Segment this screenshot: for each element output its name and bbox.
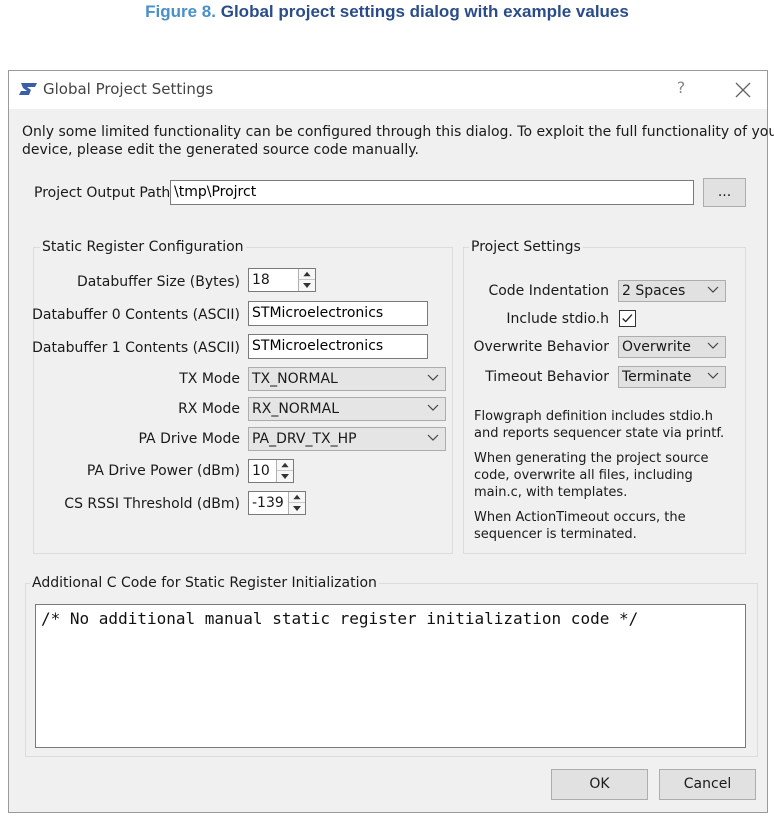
cs-rssi-value: -139 bbox=[252, 495, 284, 511]
intro-text-line1: Only some limited functionality can be c… bbox=[22, 124, 774, 140]
code-indentation-select[interactable]: 2 Spaces bbox=[618, 280, 726, 302]
overwrite-behavior-label: Overwrite Behavior bbox=[473, 339, 610, 355]
tx-mode-value: TX_NORMAL bbox=[252, 371, 338, 387]
overwrite-behavior-value: Overwrite bbox=[622, 339, 691, 355]
pa-drive-mode-label: PA Drive Mode bbox=[138, 431, 241, 447]
spin-down-icon[interactable] bbox=[289, 503, 305, 514]
timeout-behavior-select[interactable]: Terminate bbox=[618, 366, 726, 388]
rx-mode-select[interactable]: RX_NORMAL bbox=[248, 397, 446, 421]
help-button[interactable]: ? bbox=[672, 78, 690, 100]
cs-rssi-label: CS RSSI Threshold (dBm) bbox=[64, 496, 240, 512]
code-indentation-value: 2 Spaces bbox=[622, 283, 686, 299]
additional-code-title: Additional C Code for Static Register In… bbox=[30, 575, 379, 591]
static-register-title: Static Register Configuration bbox=[40, 239, 246, 255]
flowgraph-description-line1: Flowgraph definition includes stdio.h bbox=[474, 409, 714, 424]
chevron-down-icon bbox=[427, 434, 439, 441]
overwrite-description-line1: When generating the project source bbox=[474, 451, 709, 466]
rx-mode-label: RX Mode bbox=[178, 401, 240, 417]
intro-text-line2: device, please edit the generated source… bbox=[22, 142, 419, 158]
spin-down-icon[interactable] bbox=[277, 471, 293, 482]
timeout-description-line1: When ActionTimeout occurs, the bbox=[474, 510, 686, 525]
include-stdio-checkbox[interactable] bbox=[619, 310, 636, 327]
figure-title: Global project settings dialog with exam… bbox=[220, 2, 629, 21]
dialog-titlebar: Global Project Settings ? bbox=[9, 71, 767, 109]
project-settings-title: Project Settings bbox=[469, 239, 583, 255]
chevron-down-icon bbox=[707, 286, 719, 293]
overwrite-description-line2: code, overwrite all files, including bbox=[474, 468, 693, 483]
spin-up-icon[interactable] bbox=[277, 460, 293, 471]
dialog-title: Global Project Settings bbox=[43, 80, 214, 98]
figure-label: Figure 8. bbox=[145, 2, 216, 21]
databuffer-size-value: 18 bbox=[252, 272, 270, 288]
overwrite-description-line3: main.c, with templates. bbox=[474, 485, 628, 500]
databuffer0-label: Databuffer 0 Contents (ASCII) bbox=[32, 307, 240, 323]
close-icon[interactable] bbox=[732, 79, 754, 101]
st-logo-icon bbox=[19, 83, 37, 95]
figure-caption: Figure 8. Global project settings dialog… bbox=[0, 2, 774, 22]
rx-mode-value: RX_NORMAL bbox=[252, 401, 339, 417]
chevron-down-icon bbox=[427, 404, 439, 411]
checkmark-icon bbox=[622, 314, 633, 323]
pa-drive-power-spinbox[interactable]: 10 bbox=[248, 459, 294, 483]
output-path-label: Project Output Path: bbox=[34, 185, 175, 201]
databuffer-size-spinbox[interactable]: 18 bbox=[248, 268, 316, 292]
additional-code-textarea[interactable]: /* No additional manual static register … bbox=[35, 604, 746, 748]
cancel-button[interactable]: Cancel bbox=[659, 769, 756, 800]
include-stdio-label: Include stdio.h bbox=[506, 311, 609, 327]
output-path-input[interactable]: \tmp\Projrct bbox=[170, 180, 694, 205]
overwrite-behavior-select[interactable]: Overwrite bbox=[618, 336, 726, 358]
spin-down-icon[interactable] bbox=[299, 280, 315, 291]
chevron-down-icon bbox=[707, 342, 719, 349]
tx-mode-select[interactable]: TX_NORMAL bbox=[248, 367, 446, 391]
global-project-settings-dialog: Global Project Settings ? Only some limi… bbox=[8, 70, 774, 813]
chevron-down-icon bbox=[427, 374, 439, 381]
spin-up-icon[interactable] bbox=[299, 269, 315, 280]
ok-button[interactable]: OK bbox=[551, 769, 648, 800]
code-indentation-label: Code Indentation bbox=[488, 283, 609, 299]
browse-button[interactable]: ... bbox=[703, 178, 746, 207]
pa-drive-power-label: PA Drive Power (dBm) bbox=[86, 463, 240, 479]
databuffer1-input[interactable]: STMicroelectronics bbox=[248, 334, 428, 359]
cs-rssi-spinbox[interactable]: -139 bbox=[248, 491, 306, 515]
pa-drive-mode-value: PA_DRV_TX_HP bbox=[252, 431, 357, 447]
timeout-description-line2: sequencer is terminated. bbox=[474, 527, 637, 542]
pa-drive-mode-select[interactable]: PA_DRV_TX_HP bbox=[248, 427, 446, 451]
chevron-down-icon bbox=[707, 372, 719, 379]
pa-drive-power-value: 10 bbox=[252, 463, 270, 479]
databuffer0-input[interactable]: STMicroelectronics bbox=[248, 301, 428, 326]
timeout-behavior-value: Terminate bbox=[622, 369, 692, 385]
tx-mode-label: TX Mode bbox=[179, 371, 240, 387]
databuffer-size-label: Databuffer Size (Bytes) bbox=[76, 274, 240, 290]
spin-up-icon[interactable] bbox=[289, 492, 305, 503]
flowgraph-description-line2: and reports sequencer state via printf. bbox=[474, 426, 725, 441]
timeout-behavior-label: Timeout Behavior bbox=[485, 369, 609, 385]
databuffer1-label: Databuffer 1 Contents (ASCII) bbox=[32, 340, 240, 356]
